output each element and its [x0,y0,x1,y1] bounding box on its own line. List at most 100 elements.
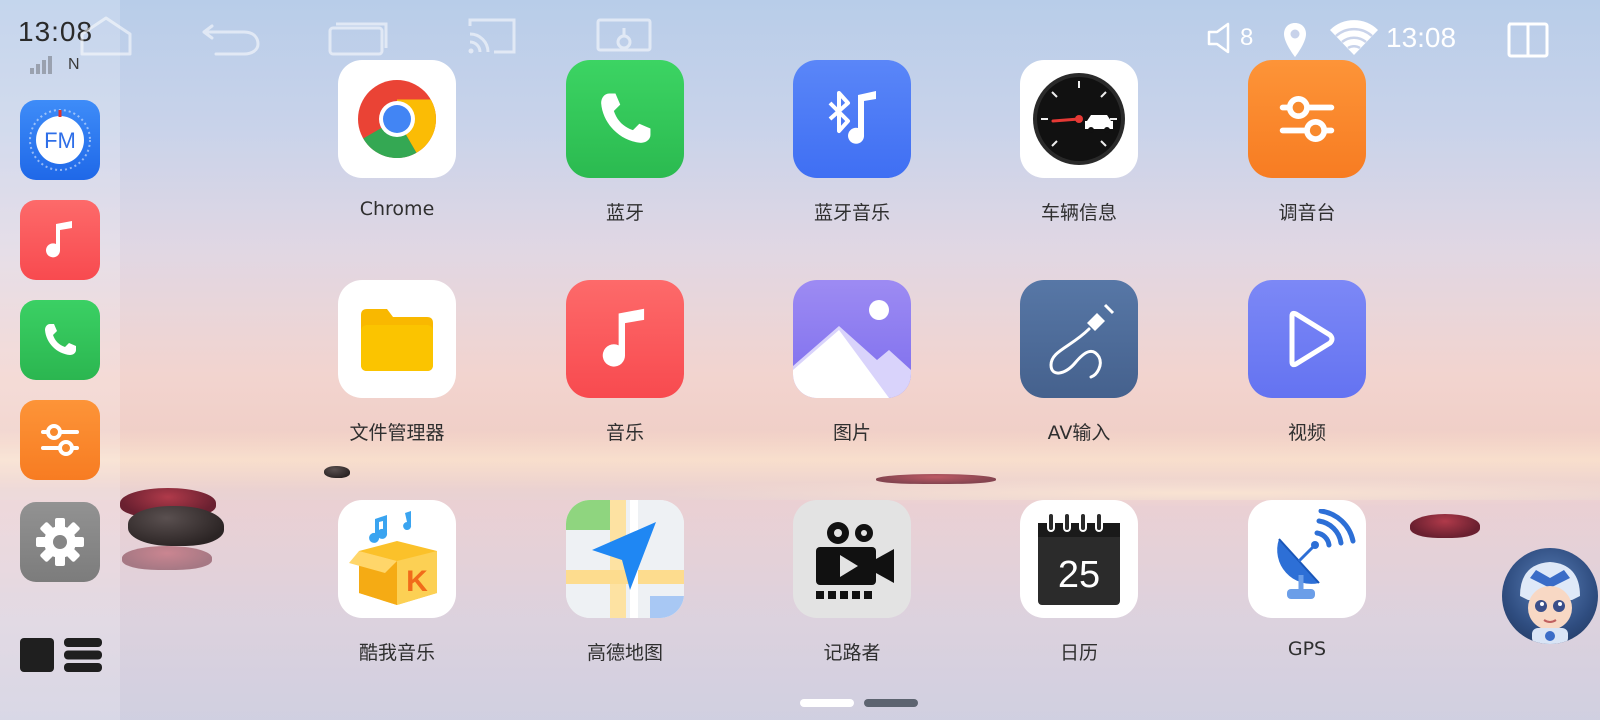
dock-fm-radio[interactable]: FM [20,100,100,180]
volume-indicator[interactable]: 8 [1206,16,1253,60]
app-label: 文件管理器 [349,422,445,444]
svg-text:K: K [406,565,428,598]
app-av-input[interactable]: AV输入 [994,280,1164,490]
app-label: Chrome [359,198,435,220]
music-note-icon [46,221,72,258]
app-label: 车辆信息 [1040,202,1117,224]
app-gallery[interactable]: 图片 [767,280,937,490]
volume-icon [1207,22,1230,54]
app-music-icon-tile [566,280,684,398]
rock-left [128,506,224,546]
dock-settings[interactable] [20,502,100,582]
calendar-icon: 25 [1038,512,1120,605]
voice-assistant-button[interactable] [1502,548,1598,644]
app-file-manager[interactable]: 文件管理器 [312,280,482,490]
app-music[interactable]: 音乐 [540,280,710,490]
fm-radio-icon: FM [29,109,91,171]
kuwo-box-icon: K [349,511,437,605]
layout-toggle[interactable] [20,638,102,672]
app-gps[interactable]: GPS [1222,500,1392,710]
app-amap-icon-tile [566,500,684,618]
back-icon [202,24,260,56]
sidebar: 13:08 N FM [0,0,120,720]
nav-home-button[interactable] [74,14,138,58]
app-bluetooth[interactable]: 蓝牙 [540,60,710,270]
location-pin-icon [1284,23,1306,57]
app-label: 记路者 [823,642,881,664]
app-vehicle-info-icon-tile [1020,60,1138,178]
app-label: 蓝牙 [605,202,644,224]
app-video-icon-tile [1248,280,1366,398]
fm-label: FM [44,128,76,153]
dock-equalizer[interactable] [20,400,100,480]
nav-cast-button[interactable] [460,14,524,58]
gear-icon [36,518,84,566]
wifi-indicator [1328,16,1380,60]
location-indicator [1282,18,1308,62]
page-indicator-1[interactable] [800,699,854,707]
phone-icon [601,93,651,143]
network-type-label: N [68,56,80,73]
status-time-right-label: 13:08 [1386,22,1457,53]
app-label: 视频 [1287,422,1326,444]
calendar-day: 25 [1058,554,1100,596]
nav-back-button[interactable] [198,14,262,58]
app-equalizer-icon-tile [1248,60,1366,178]
layout-grid-icon [20,638,102,672]
phone-icon [45,324,76,355]
app-dashcam[interactable]: 记路者 [767,500,937,710]
status-time-right: 13:08 [1386,16,1456,60]
wifi-icon [1330,20,1378,55]
app-av-input-icon-tile [1020,280,1138,398]
dashcam-icon [816,522,894,599]
folder-icon [361,309,433,371]
app-calendar[interactable]: 25 日历 [994,500,1164,710]
app-kuwo-music-icon-tile: K [338,500,456,618]
home-icon [80,16,132,56]
dock-phone[interactable] [20,300,100,380]
app-label: 调音台 [1278,202,1336,224]
split-screen-icon [1507,22,1549,58]
red-bush-left-reflection [122,546,212,570]
av-cable-icon [1049,303,1115,379]
cast-icon [468,18,516,54]
recent-apps-icon [328,22,388,56]
app-kuwo-music[interactable]: K 酷我音乐 [312,500,482,710]
app-equalizer[interactable]: 调音台 [1222,60,1392,270]
page-indicator-2[interactable] [864,699,918,707]
nav-recent-button[interactable] [326,14,390,58]
app-label: 高德地图 [586,642,663,664]
app-bluetooth-music[interactable]: 蓝牙音乐 [767,60,937,270]
app-label: 酷我音乐 [358,642,435,664]
app-label: AV输入 [1047,422,1111,444]
split-screen-button[interactable] [1506,18,1550,62]
screen-mirror-icon [596,18,652,52]
app-calendar-icon-tile: 25 [1020,500,1138,618]
app-bluetooth-music-icon-tile [793,60,911,178]
volume-level: 8 [1240,24,1254,51]
play-icon [1289,310,1335,368]
sliders-icon [1279,96,1335,142]
gallery-icon [793,300,911,398]
speedometer-icon [1033,73,1125,165]
app-gallery-icon-tile [793,280,911,398]
satellite-dish-icon [1277,509,1356,599]
app-label: GPS [1287,638,1327,660]
app-label: 蓝牙音乐 [813,202,890,224]
dock-music[interactable] [20,200,100,280]
nav-mirror-button[interactable] [592,14,656,58]
app-chrome-icon-tile [338,60,456,178]
app-label: 日历 [1059,642,1098,664]
sliders-icon [41,424,79,456]
app-vehicle-info[interactable]: 车辆信息 [994,60,1164,270]
app-video[interactable]: 视频 [1222,280,1392,490]
map-navigation-icon [566,500,684,618]
app-label: 图片 [832,422,871,444]
app-chrome[interactable]: Chrome [312,60,482,270]
app-file-manager-icon-tile [338,280,456,398]
app-amap[interactable]: 高德地图 [540,500,710,710]
bluetooth-music-icon [828,91,876,144]
music-note-icon [602,308,645,367]
chrome-icon [358,80,437,159]
signal-strength-icon [30,56,58,74]
